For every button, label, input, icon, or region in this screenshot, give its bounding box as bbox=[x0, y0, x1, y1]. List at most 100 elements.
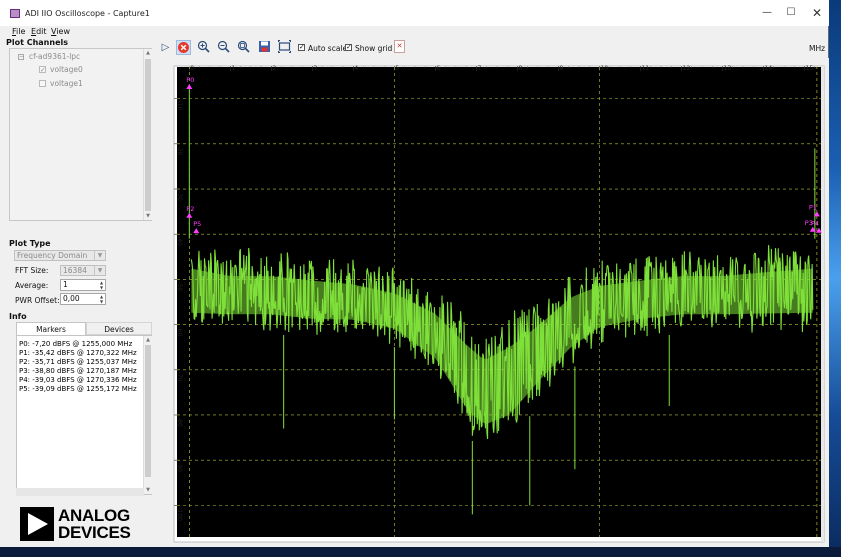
list-item: P0: -7,20 dBFS @ 1255,000 MHz bbox=[19, 340, 133, 348]
y-tick-label: -50 bbox=[176, 281, 183, 291]
y-tick-label: -80 bbox=[176, 417, 183, 427]
x-tick-label: 4 bbox=[354, 65, 358, 72]
logo-triangle-icon bbox=[20, 507, 54, 541]
x-tick-label: 11 bbox=[642, 65, 650, 72]
average-label: Average: bbox=[15, 281, 49, 290]
spinner-arrows-icon[interactable]: ▲ ▼ bbox=[98, 280, 105, 290]
auto-scale-checkbox[interactable]: ✓ bbox=[298, 44, 305, 51]
fft-plot[interactable]: 0 1 2 3 4 5 6 7 8 9 10 11 12 13 14 15 -10 -20 -30 -40 -50 -60… bbox=[160, 58, 829, 547]
frequency-unit-label: MHz bbox=[809, 44, 826, 53]
x-tick-label: 2 bbox=[272, 65, 276, 72]
fullscreen-icon[interactable] bbox=[277, 40, 292, 55]
analog-devices-logo: ANALOG DEVICES bbox=[20, 507, 150, 541]
taskbar-edge bbox=[0, 547, 841, 557]
clear-markers-icon[interactable]: ✕ bbox=[394, 40, 405, 53]
plot-channels-title: Plot Channels bbox=[6, 38, 68, 47]
device-node[interactable]: cf-ad9361-lpc bbox=[29, 52, 80, 61]
show-grid-label: Show grid bbox=[355, 44, 393, 53]
average-spinner[interactable]: 1 ▲ ▼ bbox=[60, 279, 106, 291]
window-title: ADI IIO Oscilloscope - Capture1 bbox=[25, 9, 150, 18]
average-value: 1 bbox=[63, 280, 68, 289]
peak-marker-label: P5 bbox=[193, 220, 201, 228]
plot-toolbar: ▷ ✓ Auto scale ✓ Show grid ✕ bbox=[156, 38, 829, 58]
list-item: P3: -38,80 dBFS @ 1270,187 MHz bbox=[19, 367, 137, 375]
x-tick-label: 0 bbox=[190, 65, 194, 72]
x-tick-label: 8 bbox=[518, 65, 522, 72]
info-title: Info bbox=[9, 312, 27, 321]
pwr-offset-value: 0,00 bbox=[63, 294, 80, 303]
pwr-offset-spinner[interactable]: 0,00 ▲ ▼ bbox=[60, 293, 106, 305]
markers-hscrollbar[interactable] bbox=[16, 488, 144, 496]
fft-size-select[interactable]: 16384 ▼ bbox=[60, 265, 106, 276]
y-tick-label: -10 bbox=[176, 101, 183, 111]
markers-scrollbar[interactable]: ▲ ▼ bbox=[143, 336, 152, 494]
title-bar[interactable]: ADI IIO Oscilloscope - Capture1 — ☐ ✕ bbox=[0, 0, 829, 26]
scroll-down-icon[interactable]: ▼ bbox=[144, 486, 152, 494]
x-tick-label: 9 bbox=[559, 65, 563, 72]
channel-tree: − cf-ad9361-lpc ✓ voltage0 voltage1 ▲ ▼ bbox=[9, 48, 152, 221]
x-tick-label: 13 bbox=[724, 65, 732, 72]
maximize-button[interactable]: ☐ bbox=[778, 4, 804, 22]
x-tick-label: 3 bbox=[313, 65, 317, 72]
peak-marker-label: P1 bbox=[809, 203, 817, 211]
tab-markers[interactable]: Markers bbox=[16, 322, 86, 335]
x-tick-label: 14 bbox=[765, 65, 773, 72]
plot-right-border bbox=[821, 66, 824, 542]
x-tick-label: 5 bbox=[395, 65, 399, 72]
fft-plot-canvas[interactable]: 0 1 2 3 4 5 6 7 8 9 10 11 12 13 14 15-10-20-30-40-50-60… bbox=[160, 58, 829, 547]
scroll-up-icon[interactable]: ▲ bbox=[144, 49, 152, 57]
x-tick-label: 6 bbox=[436, 65, 440, 72]
tree-expander-icon[interactable]: − bbox=[18, 54, 24, 60]
domain-select[interactable]: Frequency Domain ▼ bbox=[14, 250, 106, 261]
domain-value: Frequency Domain bbox=[17, 251, 88, 260]
menu-file[interactable]: File bbox=[12, 27, 25, 36]
list-item: P4: -39,03 dBFS @ 1270,336 MHz bbox=[19, 376, 137, 384]
zoom-out-icon[interactable] bbox=[216, 40, 231, 55]
markers-list: P0: -7,20 dBFS @ 1255,000 MHz P1: -35,42… bbox=[16, 335, 152, 495]
stop-capture-button[interactable] bbox=[176, 40, 191, 55]
show-grid-checkbox[interactable]: ✓ bbox=[345, 44, 352, 51]
menu-edit[interactable]: Edit bbox=[31, 27, 47, 36]
x-tick-label: 15 bbox=[806, 65, 814, 72]
scroll-up-icon[interactable]: ▲ bbox=[144, 336, 152, 344]
voltage1-checkbox[interactable] bbox=[39, 80, 46, 87]
oscilloscope-window: ADI IIO Oscilloscope - Capture1 — ☐ ✕ Fi… bbox=[0, 0, 829, 547]
zoom-in-icon[interactable] bbox=[196, 40, 211, 55]
chevron-down-icon: ▼ bbox=[94, 266, 105, 275]
close-button[interactable]: ✕ bbox=[804, 4, 830, 22]
auto-scale-label: Auto scale bbox=[308, 44, 348, 53]
x-tick-label: 1 bbox=[231, 65, 235, 72]
voltage0-label: voltage0 bbox=[50, 65, 83, 74]
list-item: P1: -35,42 dBFS @ 1270,322 MHz bbox=[19, 349, 137, 357]
scroll-thumb[interactable] bbox=[145, 345, 151, 477]
logo-line1: ANALOG bbox=[58, 506, 130, 525]
y-tick-label: -20 bbox=[176, 146, 183, 156]
tree-scrollbar[interactable]: ▲ ▼ bbox=[143, 49, 152, 220]
fft-size-label: FFT Size: bbox=[15, 266, 49, 275]
fft-size-value: 16384 bbox=[63, 266, 87, 275]
tab-devices[interactable]: Devices bbox=[86, 322, 152, 335]
y-tick-label: -100 bbox=[176, 507, 183, 521]
logo-line2: DEVICES bbox=[58, 523, 131, 542]
y-tick-label: -30 bbox=[176, 191, 183, 201]
peak-marker-label: P0 bbox=[186, 76, 194, 84]
app-icon bbox=[10, 9, 20, 18]
spinner-arrows-icon[interactable]: ▲ ▼ bbox=[98, 294, 105, 304]
zoom-fit-icon[interactable] bbox=[236, 40, 251, 55]
menu-view[interactable]: View bbox=[51, 27, 70, 36]
x-tick-label: 10 bbox=[600, 65, 608, 72]
x-tick-label: 7 bbox=[477, 65, 481, 72]
save-icon[interactable] bbox=[257, 40, 272, 55]
scroll-down-icon[interactable]: ▼ bbox=[144, 212, 152, 220]
scroll-thumb[interactable] bbox=[145, 59, 151, 211]
minimize-button[interactable]: — bbox=[754, 4, 780, 22]
voltage0-checkbox[interactable]: ✓ bbox=[39, 66, 46, 74]
menu-bar: File Edit View bbox=[0, 26, 829, 38]
y-tick-label: -60 bbox=[176, 327, 183, 337]
plot-type-title: Plot Type bbox=[9, 239, 51, 248]
y-tick-label: -90 bbox=[176, 462, 183, 472]
play-icon[interactable]: ▷ bbox=[158, 40, 173, 55]
voltage1-label: voltage1 bbox=[50, 79, 83, 88]
chevron-down-icon: ▼ bbox=[94, 251, 105, 260]
desktop-background bbox=[829, 0, 841, 557]
